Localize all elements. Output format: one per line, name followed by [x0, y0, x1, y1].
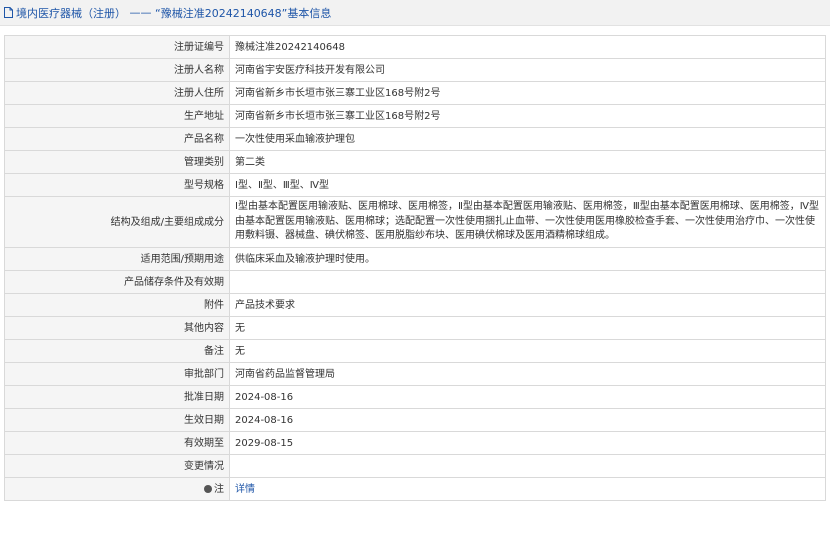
- row-value: [229, 454, 826, 478]
- row-label: 变更情况: [4, 454, 230, 478]
- note-label-cell: 注: [4, 477, 230, 501]
- row-value: 河南省新乡市长垣市张三寨工业区168号附2号: [229, 104, 826, 128]
- table-row: 结构及组成/主要组成成分 Ⅰ型由基本配置医用输液贴、医用棉球、医用棉签，Ⅱ型由基…: [4, 196, 826, 248]
- document-icon: [4, 7, 13, 18]
- row-label: 型号规格: [4, 173, 230, 197]
- row-label: 注册人名称: [4, 58, 230, 82]
- row-value: 2024-08-16: [229, 408, 826, 432]
- row-label: 其他内容: [4, 316, 230, 340]
- row-label: 生效日期: [4, 408, 230, 432]
- row-label: 审批部门: [4, 362, 230, 386]
- table-row: 变更情况: [4, 454, 826, 478]
- table-row: 管理类别 第二类: [4, 150, 826, 174]
- header-section: 境内医疗器械（注册）: [16, 6, 126, 20]
- table-row: 生产地址 河南省新乡市长垣市张三寨工业区168号附2号: [4, 104, 826, 128]
- table-row: 生效日期 2024-08-16: [4, 408, 826, 432]
- table-row: 其他内容 无: [4, 316, 826, 340]
- row-label: 适用范围/预期用途: [4, 247, 230, 271]
- note-row: 注 详情: [4, 477, 826, 501]
- row-label: 注册证编号: [4, 35, 230, 59]
- row-label: 备注: [4, 339, 230, 363]
- row-label: 批准日期: [4, 385, 230, 409]
- row-value: 无: [229, 339, 826, 363]
- registration-info-table: 注册证编号 豫械注准20242140648 注册人名称 河南省宇安医疗科技开发有…: [4, 35, 826, 501]
- note-value-cell: 详情: [229, 477, 826, 501]
- table-row: 产品储存条件及有效期: [4, 270, 826, 294]
- row-value: 河南省药品监督管理局: [229, 362, 826, 386]
- row-label: 结构及组成/主要组成成分: [4, 196, 230, 248]
- row-value: 豫械注准20242140648: [229, 35, 826, 59]
- row-value: 无: [229, 316, 826, 340]
- table-row: 审批部门 河南省药品监督管理局: [4, 362, 826, 386]
- row-label: 注册人住所: [4, 81, 230, 105]
- row-label: 生产地址: [4, 104, 230, 128]
- table-row: 产品名称 一次性使用采血输液护理包: [4, 127, 826, 151]
- header-separator: ——: [126, 6, 155, 19]
- table-row: 附件 产品技术要求: [4, 293, 826, 317]
- note-label-wrap: 注: [204, 483, 224, 496]
- row-value: Ⅰ型由基本配置医用输液贴、医用棉球、医用棉签，Ⅱ型由基本配置医用输液贴、医用棉签…: [229, 196, 826, 248]
- row-label: 附件: [4, 293, 230, 317]
- row-value: 供临床采血及输液护理时使用。: [229, 247, 826, 271]
- row-label: 管理类别: [4, 150, 230, 174]
- table-row: 注册证编号 豫械注准20242140648: [4, 35, 826, 59]
- row-value: 2024-08-16: [229, 385, 826, 409]
- row-value: 2029-08-15: [229, 431, 826, 455]
- table-row: 型号规格 Ⅰ型、Ⅱ型、Ⅲ型、Ⅳ型: [4, 173, 826, 197]
- page-header: 境内医疗器械（注册） —— “豫械注准20242140648”基本信息: [0, 0, 830, 26]
- note-icon: [204, 484, 212, 493]
- row-value: 产品技术要求: [229, 293, 826, 317]
- row-value: Ⅰ型、Ⅱ型、Ⅲ型、Ⅳ型: [229, 173, 826, 197]
- row-value: 河南省宇安医疗科技开发有限公司: [229, 58, 826, 82]
- detail-link[interactable]: 详情: [235, 484, 255, 495]
- table-row: 备注 无: [4, 339, 826, 363]
- table-row: 适用范围/预期用途 供临床采血及输液护理时使用。: [4, 247, 826, 271]
- header-record-title: “豫械注准20242140648”基本信息: [155, 6, 332, 20]
- row-label: 产品储存条件及有效期: [4, 270, 230, 294]
- row-value: 第二类: [229, 150, 826, 174]
- table-row: 注册人住所 河南省新乡市长垣市张三寨工业区168号附2号: [4, 81, 826, 105]
- row-label: 产品名称: [4, 127, 230, 151]
- table-row: 批准日期 2024-08-16: [4, 385, 826, 409]
- table-row: 注册人名称 河南省宇安医疗科技开发有限公司: [4, 58, 826, 82]
- row-value: 一次性使用采血输液护理包: [229, 127, 826, 151]
- row-value: [229, 270, 826, 294]
- row-label: 有效期至: [4, 431, 230, 455]
- note-label: 注: [214, 483, 224, 495]
- table-row: 有效期至 2029-08-15: [4, 431, 826, 455]
- row-value: 河南省新乡市长垣市张三寨工业区168号附2号: [229, 81, 826, 105]
